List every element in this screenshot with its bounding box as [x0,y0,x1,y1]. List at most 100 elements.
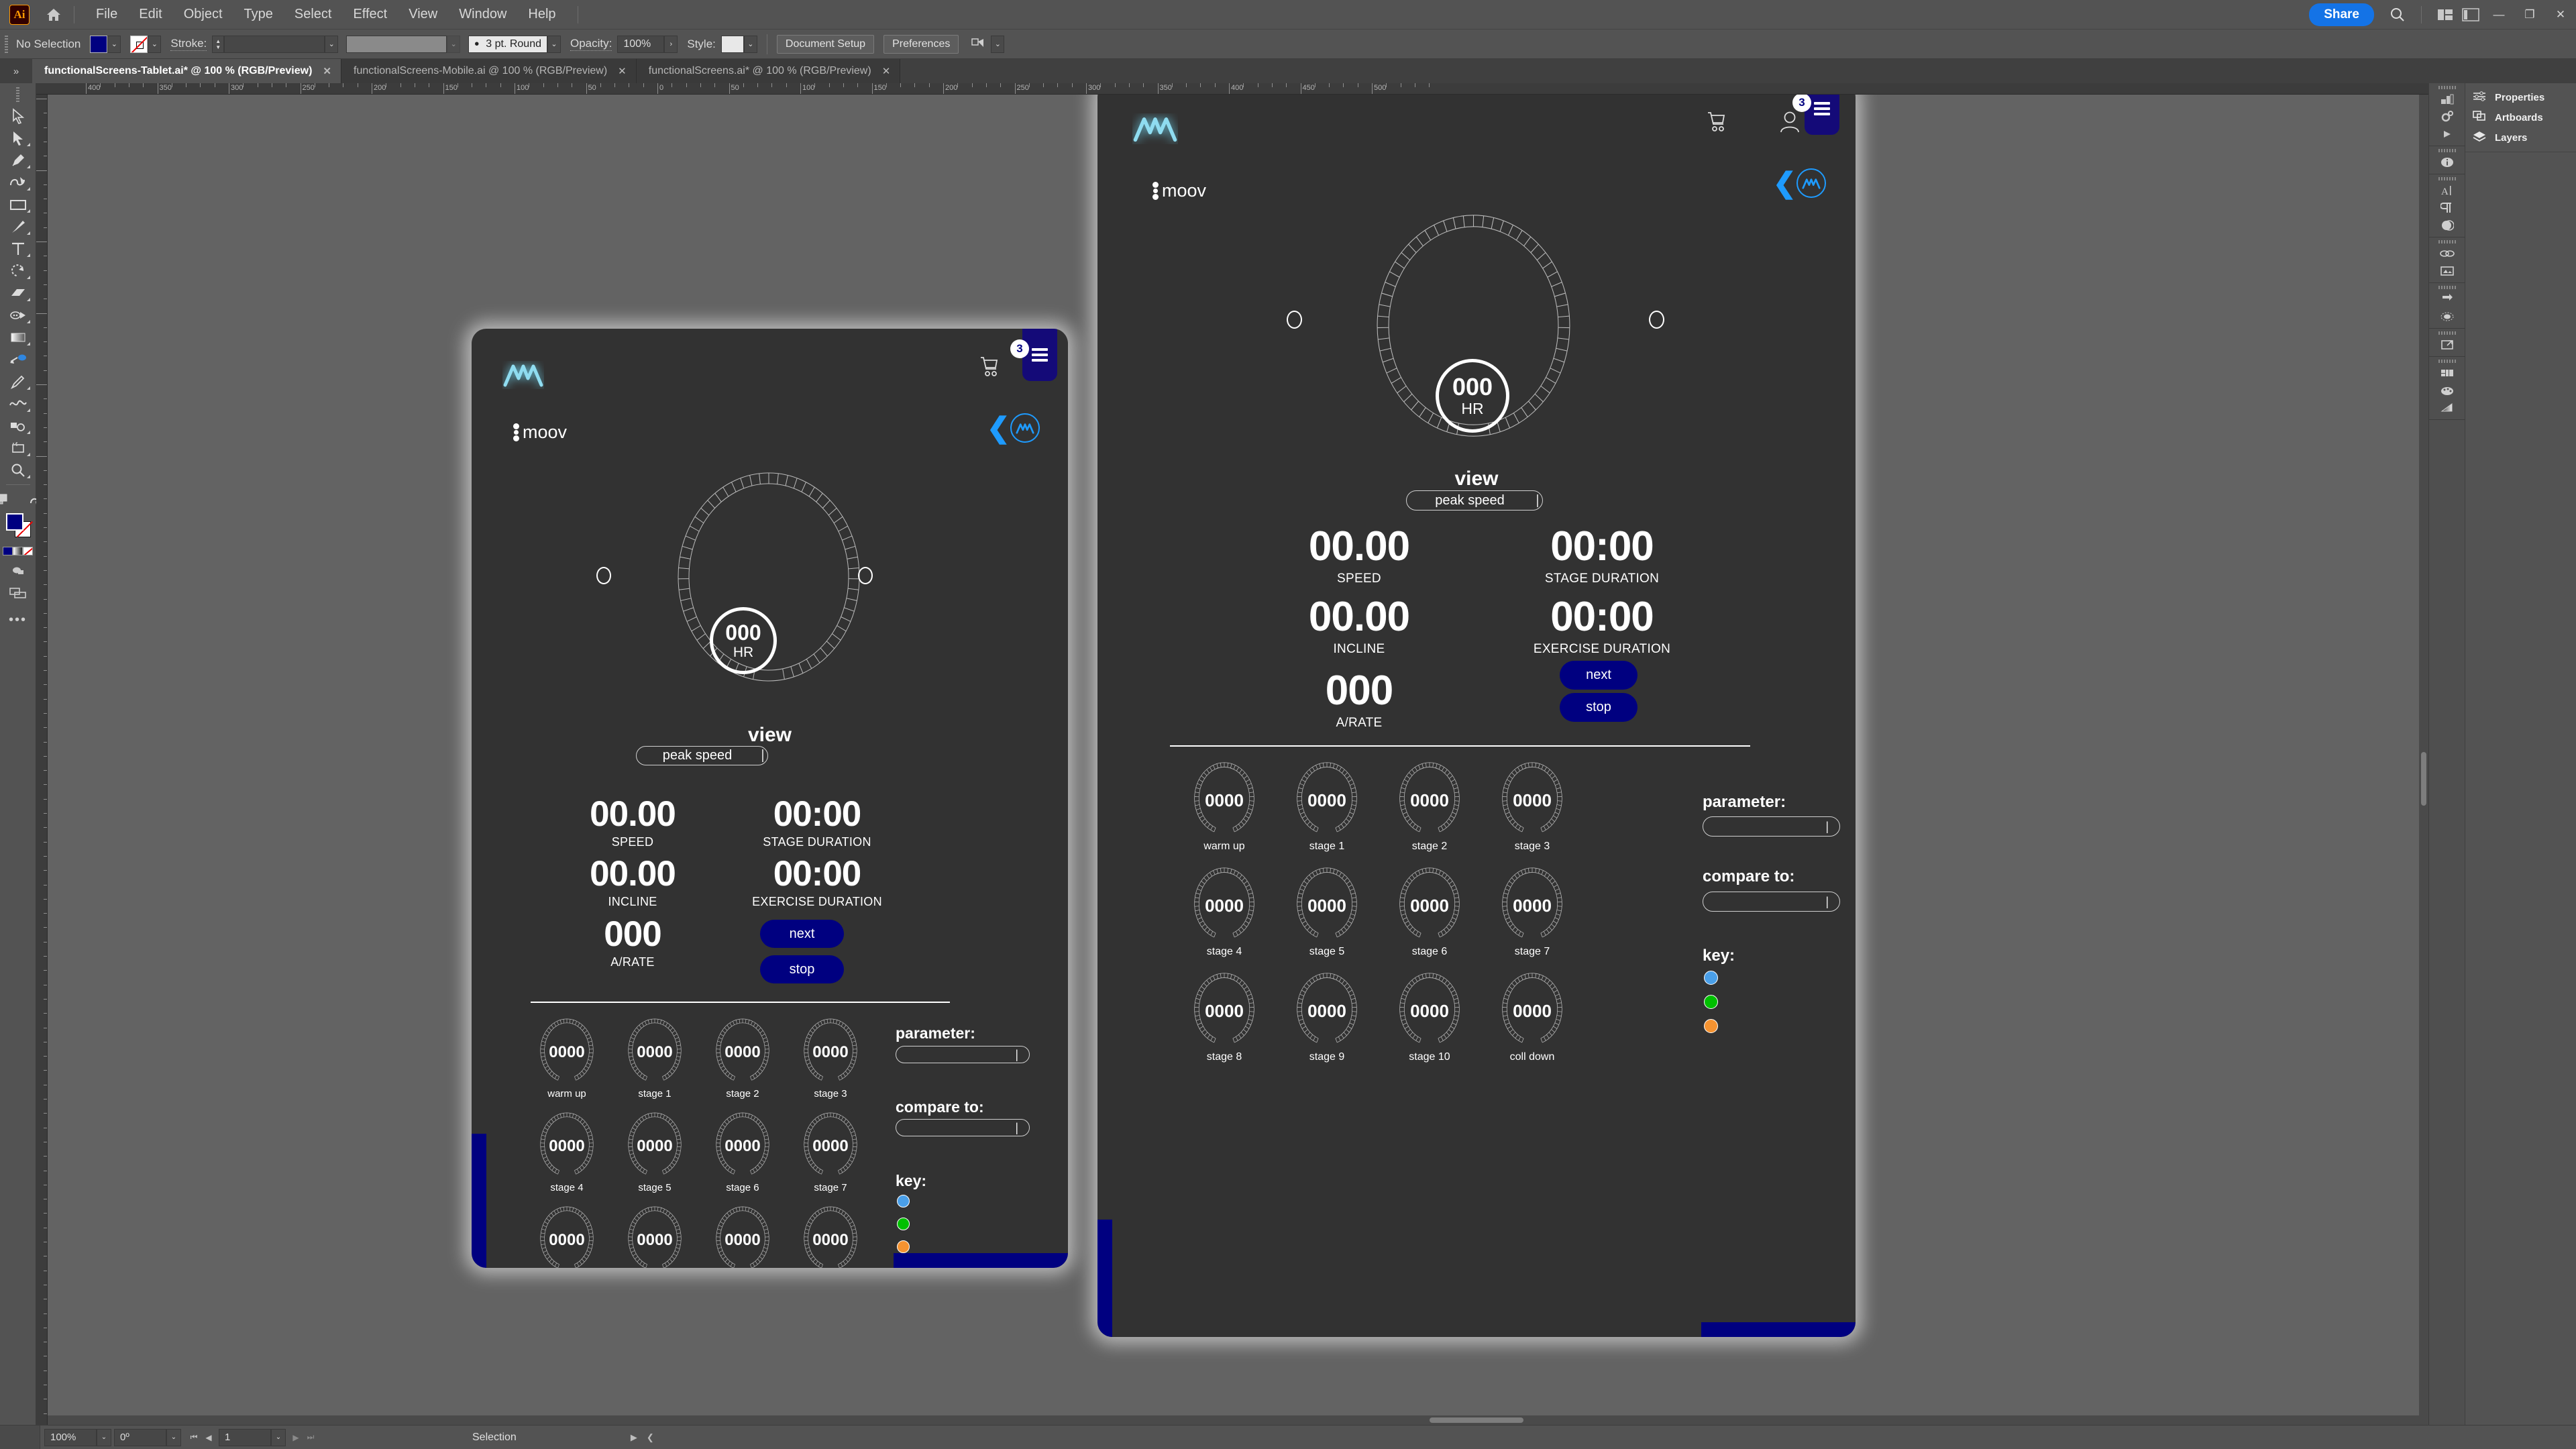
stage-item[interactable]: 0000 stage 4 [531,1108,603,1201]
stroke-profile-field[interactable] [346,35,447,53]
free-transform-tool-icon[interactable] [3,348,33,370]
tablet-gauge-dot-left[interactable] [596,567,611,584]
dock-grip[interactable] [2438,86,2456,89]
stage-item[interactable]: 0000 stage 2 [706,1014,779,1107]
stage-item[interactable]: 0000 stage 3 [794,1014,867,1107]
next-artboard-icon[interactable]: ▶ [288,1429,303,1446]
paintbrush-tool-icon[interactable] [3,215,33,237]
horizontal-scroll-thumb[interactable] [1430,1417,1523,1423]
canvas-horizontal-scrollbar[interactable] [48,1415,2428,1425]
tablet-parameter-input[interactable]: | [896,1046,1030,1063]
menu-select[interactable]: Select [284,3,343,26]
edit-toolbar-icon[interactable]: ••• [3,609,33,631]
back-chevron-icon[interactable]: ❮ [987,414,1010,442]
stage-item[interactable]: 0000 stage 4 [1183,863,1265,965]
direct-selection-tool-icon[interactable] [3,127,33,149]
tab-close-icon[interactable]: ✕ [618,65,627,77]
horizontal-ruler[interactable]: 400 350 300 250 200 150 100 50 0 50 100 150 200 250 30… [36,83,2428,95]
stage-item[interactable]: 0000stage 9 [619,1202,691,1268]
desktop-next-button[interactable]: next [1560,661,1638,690]
status-flyout-icon[interactable]: ▶ [631,1432,637,1443]
zoom-level-field[interactable]: 100% [44,1428,97,1446]
rotation-field[interactable]: 0º [114,1428,166,1446]
artboard-tablet[interactable]: 3 moov ❮ 000 HR view peak speed | 00.00 … [472,329,1068,1268]
type-tool-icon[interactable] [3,237,33,260]
moov-logo[interactable] [502,358,544,397]
stage-item[interactable]: 0000coll down [794,1202,867,1268]
export-icon[interactable] [2432,336,2462,354]
user-account-icon[interactable] [1779,111,1801,137]
pen-tool-icon[interactable] [3,149,33,171]
dock-grip[interactable] [2438,149,2456,152]
document-tab-1[interactable]: functionalScreens-Mobile.ai @ 100 % (RGB… [341,59,637,83]
stage-item[interactable]: 0000 stage 7 [794,1108,867,1201]
share-button[interactable]: Share [2309,3,2374,26]
opacity-flyout-icon[interactable]: › [664,35,678,53]
color-palette-icon[interactable] [2432,382,2462,399]
stroke-weight-stepper[interactable]: ▲ ▼ [212,35,225,53]
vertical-scroll-thumb[interactable] [2421,752,2426,806]
menu-edit[interactable]: Edit [128,3,172,26]
first-artboard-icon[interactable]: ⏮ [186,1429,201,1446]
swatches-icon[interactable] [2432,91,2462,108]
vertical-ruler[interactable] [36,95,48,1425]
zoom-tool-icon[interactable] [3,459,33,481]
search-icon[interactable] [2385,0,2410,30]
libraries-icon[interactable] [2432,364,2462,382]
symbol-sprayer-tool-icon[interactable] [3,415,33,437]
desktop-gauge-dot-right[interactable] [1649,311,1664,329]
stage-item[interactable]: 0000stage 8 [531,1202,603,1268]
canvas-vertical-scrollbar[interactable] [2419,95,2428,1425]
stage-item[interactable]: 0000 stage 5 [1286,863,1368,965]
previous-artboard-icon[interactable]: ◀ [201,1429,216,1446]
change-screen-mode-icon[interactable] [0,488,16,511]
dock-item-layers[interactable]: Layers [2465,127,2576,148]
dock-grip[interactable] [2438,286,2456,289]
workspace-switcher-icon[interactable] [2458,0,2483,30]
desktop-parameter-input[interactable]: | [1703,816,1840,837]
stroke-weight-field[interactable] [224,35,325,53]
menu-help[interactable]: Help [517,3,566,26]
transparency-icon[interactable] [2432,217,2462,234]
graphic-style-swatch[interactable] [720,35,744,53]
back-logo-icon[interactable] [1796,168,1826,198]
curvature-tool-icon[interactable] [3,171,33,193]
tab-close-icon[interactable]: ✕ [882,65,891,77]
opacity-field[interactable]: 100% [617,35,665,53]
asset-export-icon[interactable] [2432,262,2462,280]
info-icon[interactable] [2432,154,2462,171]
back-logo-icon[interactable] [1010,413,1040,443]
stage-item[interactable]: 0000 stage 3 [1491,757,1573,859]
color-mode-gradient[interactable] [13,547,23,555]
fill-color-swatch[interactable] [90,35,108,53]
drawing-mode-icon[interactable] [3,559,33,582]
desktop-stop-button[interactable]: stop [1560,693,1638,722]
menu-view[interactable]: View [398,3,448,26]
menu-object[interactable]: Object [173,3,233,26]
stage-item[interactable]: 0000 stage 2 [1389,757,1470,859]
stage-item[interactable]: 0000coll down [1491,968,1573,1070]
desktop-view-select[interactable]: peak speed | [1406,490,1543,511]
menu-type[interactable]: Type [233,3,284,26]
stage-item[interactable]: 0000 stage 7 [1491,863,1573,965]
last-artboard-icon[interactable]: ⏭ [303,1429,318,1446]
canvas-area[interactable]: 3 moov ❮ 000 HR view peak speed | 00.00 … [48,95,2428,1425]
stroke-profile-dropdown-icon[interactable]: ⌄ [447,35,461,53]
dock-grip[interactable] [2438,331,2456,335]
character-icon[interactable]: A [2432,182,2462,199]
shape-builder-tool-icon[interactable] [3,304,33,326]
stage-item[interactable]: 0000 stage 5 [619,1108,691,1201]
arrange-documents-icon[interactable] [2432,0,2458,30]
gradient-icon[interactable] [2432,399,2462,417]
style-dropdown-icon[interactable]: ⌄ [743,35,757,53]
back-chevron-icon[interactable]: ❮ [1773,169,1796,197]
color-mode-none[interactable] [23,547,33,555]
desktop-back-badge[interactable]: ❮ [1773,168,1826,198]
stroke-style-dropdown-icon[interactable]: ⌄ [547,35,561,53]
stroke-style-field[interactable]: • 3 pt. Round [468,35,547,53]
stroke-color-swatch[interactable] [130,35,148,53]
hamburger-menu-button[interactable] [1022,329,1057,381]
fill-indicator[interactable] [5,513,23,531]
stage-item[interactable]: 0000 stage 1 [619,1014,691,1107]
appearance-icon[interactable] [2432,308,2462,325]
